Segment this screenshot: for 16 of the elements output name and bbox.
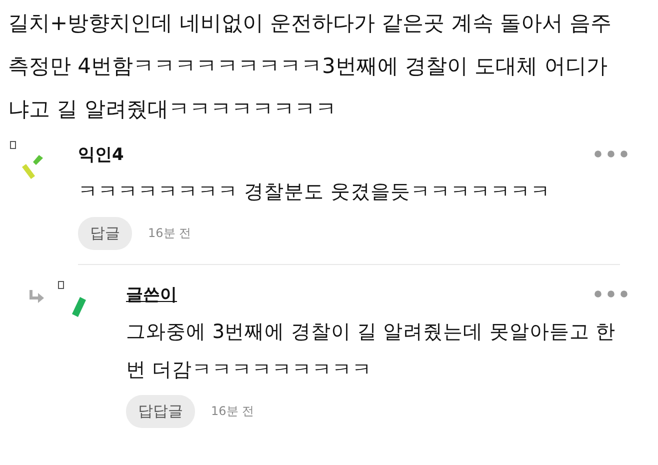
comment-time: 16분 전 <box>211 403 254 420</box>
reply-button[interactable]: 답답글 <box>126 395 195 428</box>
author-name: 글쓴이 <box>126 284 177 306</box>
post-body: 길치+방향치인데 네비없이 운전하다가 같은곳 계속 돌아서 음주측정만 4번함ㅋㅋㅋㅋㅋㅋㅋㅋㅋ3번째에 경찰이 도대체 어디가냐고 길 알려줬대ㅋㅋㅋㅋㅋㅋㅋㅋ <box>7 10 613 123</box>
reply-button[interactable]: 답글 <box>78 217 132 250</box>
reply-arrow-icon <box>28 289 46 305</box>
comment-text: 그와중에 3번째에 경찰이 길 알려줬는데 못알아듣고 한번 더감ㅋㅋㅋㅋㅋㅋㅋㅋㅋ <box>126 319 617 383</box>
comment-text: ㅋㅋㅋㅋㅋㅋㅋㅋ 경찰분도 웃겼을듯ㅋㅋㅋㅋㅋㅋㅋ <box>78 179 552 205</box>
avatar-icon <box>22 155 44 179</box>
author-name: 익인4 <box>78 144 124 166</box>
avatar-icon <box>72 297 86 317</box>
more-options-icon[interactable] <box>594 290 628 298</box>
broken-image-icon <box>58 281 64 289</box>
comment-time: 16분 전 <box>148 225 192 242</box>
broken-image-icon <box>10 141 16 149</box>
more-options-icon[interactable] <box>594 150 628 158</box>
